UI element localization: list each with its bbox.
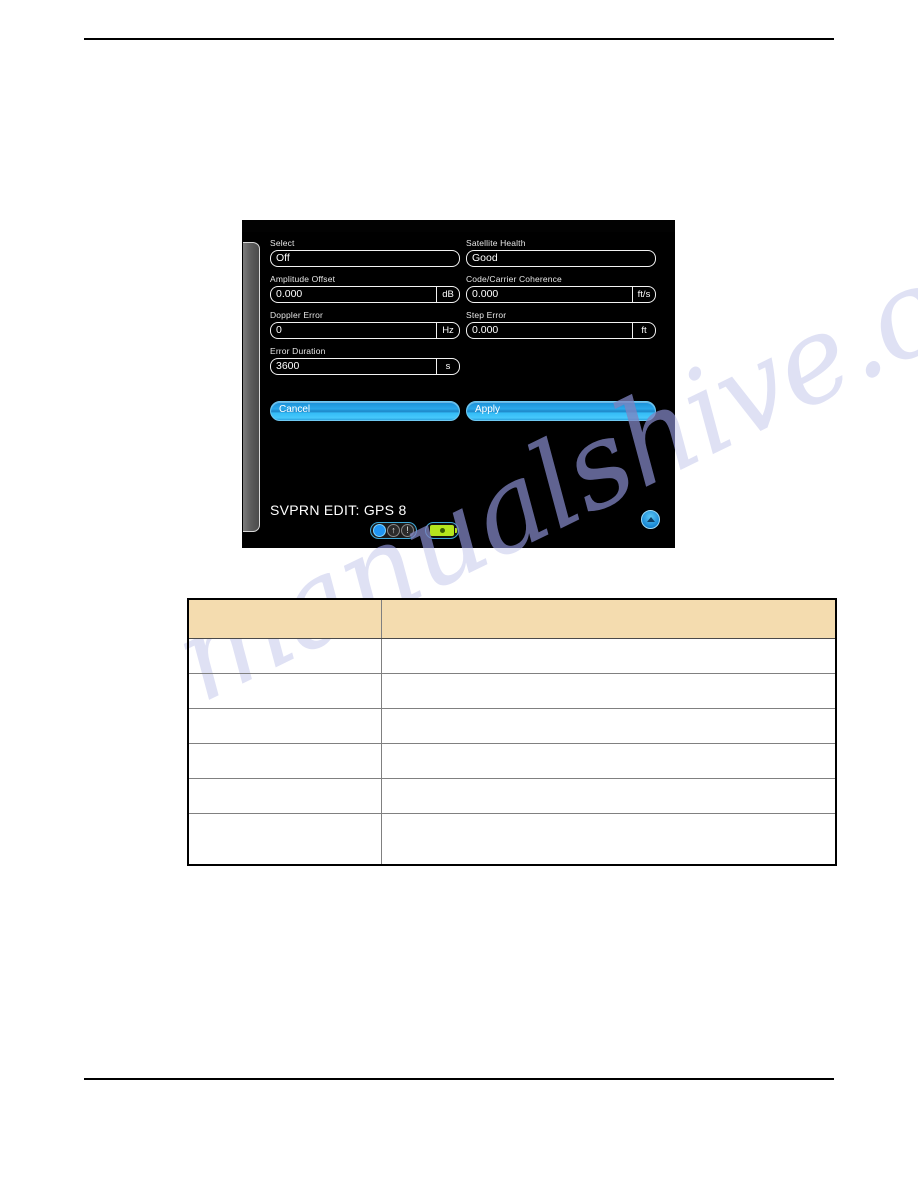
status-circle-icon	[373, 524, 386, 537]
step-error-input[interactable]: 0.000	[466, 322, 633, 339]
field-select: Select Off	[270, 238, 460, 267]
battery-cap	[455, 528, 457, 533]
page-header-rule	[84, 38, 834, 40]
table-header-row	[187, 598, 837, 639]
field-control-doppler-error[interactable]: 0 Hz	[270, 322, 460, 339]
table-header-cell-1	[187, 598, 382, 639]
form-row-2: Amplitude Offset 0.000 dB Code/Carrier C…	[270, 274, 666, 303]
table-cell	[187, 638, 382, 674]
up-arrow-glyph: ↑	[391, 525, 396, 535]
screen-content: Select Off Satellite Health Good Amplitu…	[270, 238, 666, 539]
step-error-unit: ft	[632, 322, 656, 339]
field-label-code-carrier-coherence: Code/Carrier Coherence	[466, 274, 562, 284]
alert-icon: !	[401, 524, 414, 537]
amplitude-offset-unit: dB	[436, 286, 460, 303]
battery-icon[interactable]	[425, 522, 459, 539]
table-row	[187, 638, 837, 674]
field-doppler-error: Doppler Error 0 Hz	[270, 310, 460, 339]
page-footer-rule	[84, 1078, 834, 1080]
select-input[interactable]: Off	[270, 250, 460, 267]
field-step-error: Step Error 0.000 ft	[466, 310, 656, 339]
field-control-select[interactable]: Off	[270, 250, 460, 267]
form-row-4: Error Duration 3600 s	[270, 346, 666, 375]
field-control-error-duration[interactable]: 3600 s	[270, 358, 460, 375]
table-row	[187, 813, 837, 866]
up-chevron-icon	[646, 516, 655, 522]
battery-body	[430, 525, 457, 536]
device-top-band	[242, 220, 675, 232]
amplitude-offset-input[interactable]: 0.000	[270, 286, 437, 303]
table-cell	[187, 743, 382, 779]
field-label-amplitude-offset: Amplitude Offset	[270, 274, 336, 284]
field-control-step-error[interactable]: 0.000 ft	[466, 322, 656, 339]
field-label-select: Select	[270, 238, 295, 248]
form-row-1: Select Off Satellite Health Good	[270, 238, 666, 267]
table-cell	[187, 778, 382, 814]
battery-dot	[439, 528, 445, 533]
status-bar: SVPRN EDIT: GPS 8 ↑ !	[270, 502, 666, 548]
table-cell	[381, 778, 837, 814]
device-screenshot: Select Off Satellite Health Good Amplitu…	[242, 220, 675, 548]
doppler-error-input[interactable]: 0	[270, 322, 437, 339]
table-row	[187, 778, 837, 814]
page-title: SVPRN EDIT: GPS 8	[270, 502, 407, 518]
field-label-error-duration: Error Duration	[270, 346, 326, 356]
cancel-button[interactable]: Cancel	[270, 401, 460, 421]
action-buttons: Cancel Apply	[270, 401, 666, 421]
error-duration-input[interactable]: 3600	[270, 358, 437, 375]
status-icon-group: ↑ !	[370, 522, 459, 539]
up-arrow-icon: ↑	[387, 524, 400, 537]
error-duration-unit: s	[436, 358, 460, 375]
table-cell	[381, 708, 837, 744]
field-label-satellite-health: Satellite Health	[466, 238, 526, 248]
alert-glyph: !	[406, 525, 409, 535]
doppler-error-unit: Hz	[436, 322, 460, 339]
table-cell	[187, 813, 382, 866]
field-control-satellite-health[interactable]: Good	[466, 250, 656, 267]
table-cell	[381, 638, 837, 674]
field-label-doppler-error: Doppler Error	[270, 310, 323, 320]
field-code-carrier-coherence: Code/Carrier Coherence 0.000 ft/s	[466, 274, 656, 303]
settings-form: Select Off Satellite Health Good Amplitu…	[270, 238, 666, 375]
field-spacer	[466, 346, 656, 375]
code-carrier-coherence-unit: ft/s	[632, 286, 656, 303]
left-scroll-tab[interactable]	[243, 242, 260, 532]
content-table	[187, 598, 837, 866]
table-header-cell-2	[381, 598, 837, 639]
field-error-duration: Error Duration 3600 s	[270, 346, 460, 375]
field-satellite-health: Satellite Health Good	[466, 238, 656, 267]
table-cell	[381, 673, 837, 709]
table-cell	[381, 813, 837, 866]
satellite-health-input[interactable]: Good	[466, 250, 656, 267]
apply-button[interactable]: Apply	[466, 401, 656, 421]
field-amplitude-offset: Amplitude Offset 0.000 dB	[270, 274, 460, 303]
field-control-amplitude-offset[interactable]: 0.000 dB	[270, 286, 460, 303]
table-cell	[187, 708, 382, 744]
table-row	[187, 673, 837, 709]
status-indicator-pill[interactable]: ↑ !	[370, 522, 417, 539]
table-cell	[381, 743, 837, 779]
field-label-step-error: Step Error	[466, 310, 507, 320]
form-row-3: Doppler Error 0 Hz Step Error 0.000 ft	[270, 310, 666, 339]
field-control-code-carrier-coherence[interactable]: 0.000 ft/s	[466, 286, 656, 303]
code-carrier-coherence-input[interactable]: 0.000	[466, 286, 633, 303]
table-cell	[187, 673, 382, 709]
table-row	[187, 708, 837, 744]
table-row	[187, 743, 837, 779]
up-chevron-button[interactable]	[641, 510, 660, 529]
